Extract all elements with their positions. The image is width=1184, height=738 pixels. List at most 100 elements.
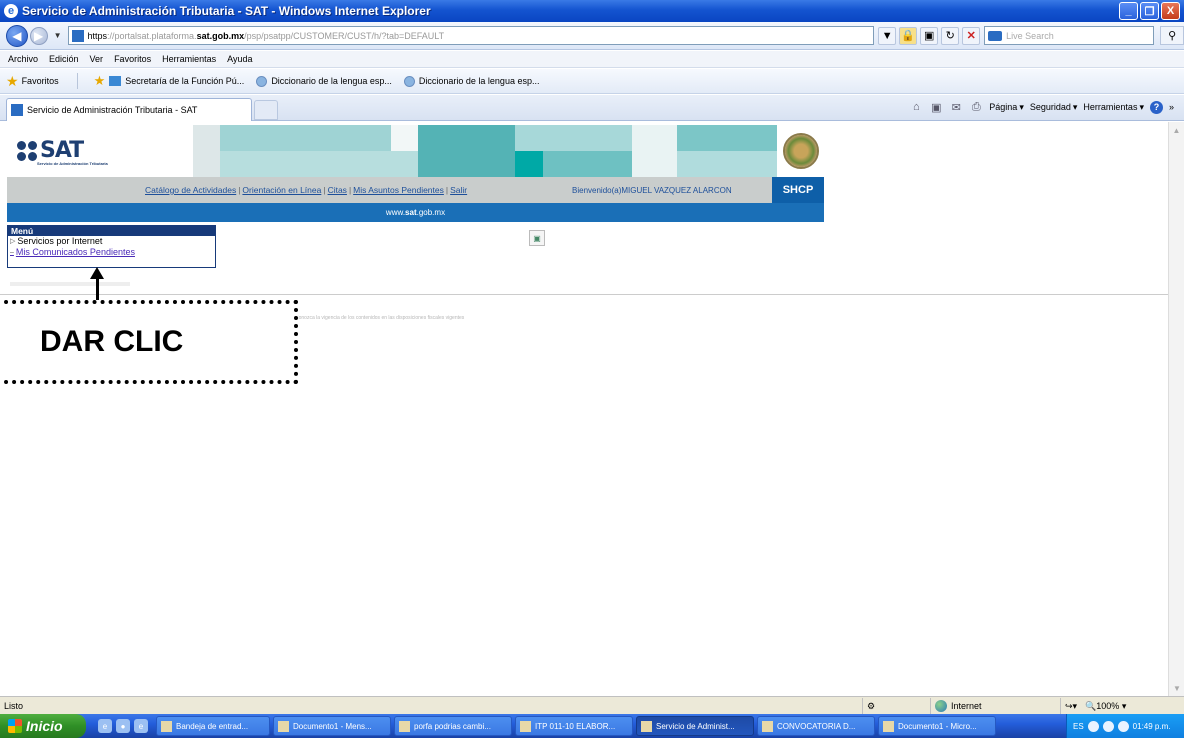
favorites-divider [76, 73, 78, 89]
menu-item-comunicados[interactable]: – Mis Comunicados Pendientes [8, 247, 215, 258]
site-url-bold: sat [405, 208, 417, 217]
add-favorite-icon[interactable]: ★ [94, 73, 106, 89]
taskbar-label: CONVOCATORIA D... [777, 721, 856, 731]
sat-nav-strip: Catálogo de Actividades | Orientación en … [7, 177, 824, 203]
mail-icon [399, 720, 410, 732]
favorite-label: Diccionario de la lengua esp... [418, 76, 540, 86]
header-block [677, 125, 777, 151]
maximize-button[interactable]: ❐ [1140, 2, 1159, 20]
taskbar-button-porfa[interactable]: porfa podrias cambi... [394, 716, 512, 736]
privacy-icon[interactable]: ⚙ [867, 701, 875, 712]
taskbar-button-servicio[interactable]: Servicio de Administ... [636, 716, 754, 736]
page-menu[interactable]: Página ▾ [989, 102, 1024, 113]
mail-icon[interactable]: ✉ [949, 100, 963, 114]
site-favicon-icon [11, 104, 23, 116]
menu-edicion[interactable]: Edición [49, 54, 79, 64]
shcp-logo[interactable]: SHCP [772, 177, 824, 203]
protected-mode-icon[interactable]: ↪▾ [1065, 701, 1077, 712]
menu-item-label: Mis Comunicados Pendientes [15, 247, 135, 257]
media-quicklaunch-icon[interactable]: ● [116, 719, 130, 733]
favorite-link-funcion-publica[interactable]: Secretaría de la Función Pú... [109, 76, 244, 86]
word-icon [883, 720, 894, 732]
network-icon[interactable] [1102, 720, 1114, 732]
nav-link-citas[interactable]: Citas [328, 185, 347, 195]
favorites-button[interactable]: ★ Favoritos [6, 73, 59, 90]
site-url-prefix: www. [385, 208, 406, 217]
minimize-button[interactable]: _ [1119, 2, 1138, 20]
url-suffix: /psp/psatpp/CUSTOMER/CUST/h/?tab=DEFAULT [244, 30, 445, 41]
favorite-link-diccionario-1[interactable]: Diccionario de la lengua esp... [256, 75, 392, 87]
window-titlebar: e Servicio de Administración Tributaria … [0, 0, 1184, 22]
tab-bar: Servicio de Administración Tributaria - … [0, 95, 1184, 121]
feeds-icon[interactable]: ▣ [929, 100, 943, 114]
taskbar-label: Documento1 - Micro... [898, 721, 977, 731]
forward-button[interactable]: ▶ [29, 26, 48, 45]
ie-quicklaunch-icon[interactable]: e [98, 719, 112, 733]
close-button[interactable]: X [1161, 2, 1180, 20]
tray-icon[interactable] [1087, 720, 1099, 732]
nav-link-salir[interactable]: Salir [450, 185, 467, 195]
quick-launch: e ● e [98, 719, 148, 733]
taskbar-button-documento1-micro[interactable]: Documento1 - Micro... [878, 716, 996, 736]
favorite-label: Secretaría de la Función Pú... [125, 76, 245, 86]
divider [0, 294, 1168, 295]
start-button[interactable]: Inicio [0, 714, 86, 738]
history-dropdown-icon[interactable]: ▼ [54, 31, 62, 40]
menu-favoritos[interactable]: Favoritos [114, 54, 151, 64]
lock-icon[interactable]: 🔒 [899, 26, 918, 45]
header-block [418, 125, 515, 177]
mexico-seal-icon [782, 133, 819, 169]
print-icon[interactable]: ⎙ [969, 100, 983, 114]
language-indicator[interactable]: ES [1073, 722, 1084, 731]
header-block [220, 125, 391, 151]
tools-menu[interactable]: Herramientas ▾ [1083, 102, 1144, 113]
system-tray: ES 01:49 p.m. [1066, 714, 1184, 738]
ie-logo-icon: e [4, 4, 18, 18]
menu-ayuda[interactable]: Ayuda [227, 54, 252, 64]
annotation-label: DAR CLIC [40, 325, 184, 358]
vertical-scrollbar[interactable]: ▲ ▼ [1168, 122, 1184, 696]
search-icon[interactable]: ⚲ [1160, 26, 1184, 45]
refresh-icon[interactable]: ↻ [941, 26, 960, 45]
back-button[interactable]: ◀ [6, 24, 28, 47]
tab-sat[interactable]: Servicio de Administración Tributaria - … [6, 98, 252, 121]
search-input[interactable]: Live Search [984, 26, 1155, 45]
chevron-right-icon[interactable]: » [1169, 102, 1174, 112]
taskbar-button-convocatoria[interactable]: CONVOCATORIA D... [757, 716, 875, 736]
scroll-down-icon[interactable]: ▼ [1169, 680, 1184, 696]
zoom-button[interactable]: 🔍100% ▾ [1085, 701, 1126, 712]
nav-link-catalogo[interactable]: Catálogo de Actividades [145, 185, 236, 195]
menu-ver[interactable]: Ver [90, 54, 104, 64]
taskbar-button-itp[interactable]: ITP 011-10 ELABOR... [515, 716, 633, 736]
taskbar-button-bandeja[interactable]: Bandeja de entrad... [156, 716, 270, 736]
sat-logo[interactable]: SAT Servicio de Administración Tributari… [7, 125, 193, 177]
security-menu[interactable]: Seguridad ▾ [1030, 102, 1078, 113]
page-content: SAT Servicio de Administración Tributari… [0, 122, 1168, 696]
site-url-strip: www. sat .gob.mx [7, 203, 824, 222]
menu-archivo[interactable]: Archivo [8, 54, 38, 64]
help-icon[interactable]: ? [1149, 100, 1163, 114]
nav-link-orientacion[interactable]: Orientación en Línea [242, 185, 321, 195]
windows-flag-icon [8, 719, 22, 733]
globe-icon [403, 75, 415, 87]
compatibility-icon[interactable]: ▣ [920, 26, 939, 45]
menu-item-servicios[interactable]: ▷ Servicios por Internet [8, 236, 215, 247]
broken-image-icon: ▣ [529, 230, 545, 246]
taskbar-button-documento1-mens[interactable]: Documento1 - Mens... [273, 716, 391, 736]
nav-link-asuntos[interactable]: Mis Asuntos Pendientes [353, 185, 444, 195]
browser-quicklaunch-icon[interactable]: e [134, 719, 148, 733]
stop-icon[interactable]: ✕ [962, 26, 981, 45]
favorite-link-diccionario-2[interactable]: Diccionario de la lengua esp... [403, 75, 540, 87]
favorites-bar: ★ Favoritos ★ Secretaría de la Función P… [0, 69, 1184, 94]
volume-icon[interactable] [1117, 720, 1129, 732]
taskbar-label: Documento1 - Mens... [293, 721, 372, 731]
home-icon[interactable]: ⌂ [909, 100, 923, 114]
scroll-up-icon[interactable]: ▲ [1169, 122, 1184, 138]
zone-label: Internet [951, 701, 982, 711]
new-tab-button[interactable] [254, 100, 278, 120]
address-dropdown-icon[interactable]: ▼ [878, 26, 897, 45]
menu-herramientas[interactable]: Herramientas [162, 54, 216, 64]
address-input[interactable]: https://portalsat.plataforma. sat.gob.mx /… [67, 26, 875, 45]
welcome-text: Bienvenido(a)MIGUEL VAZQUEZ ALARCON [572, 185, 732, 195]
mexico-seal [777, 125, 824, 177]
